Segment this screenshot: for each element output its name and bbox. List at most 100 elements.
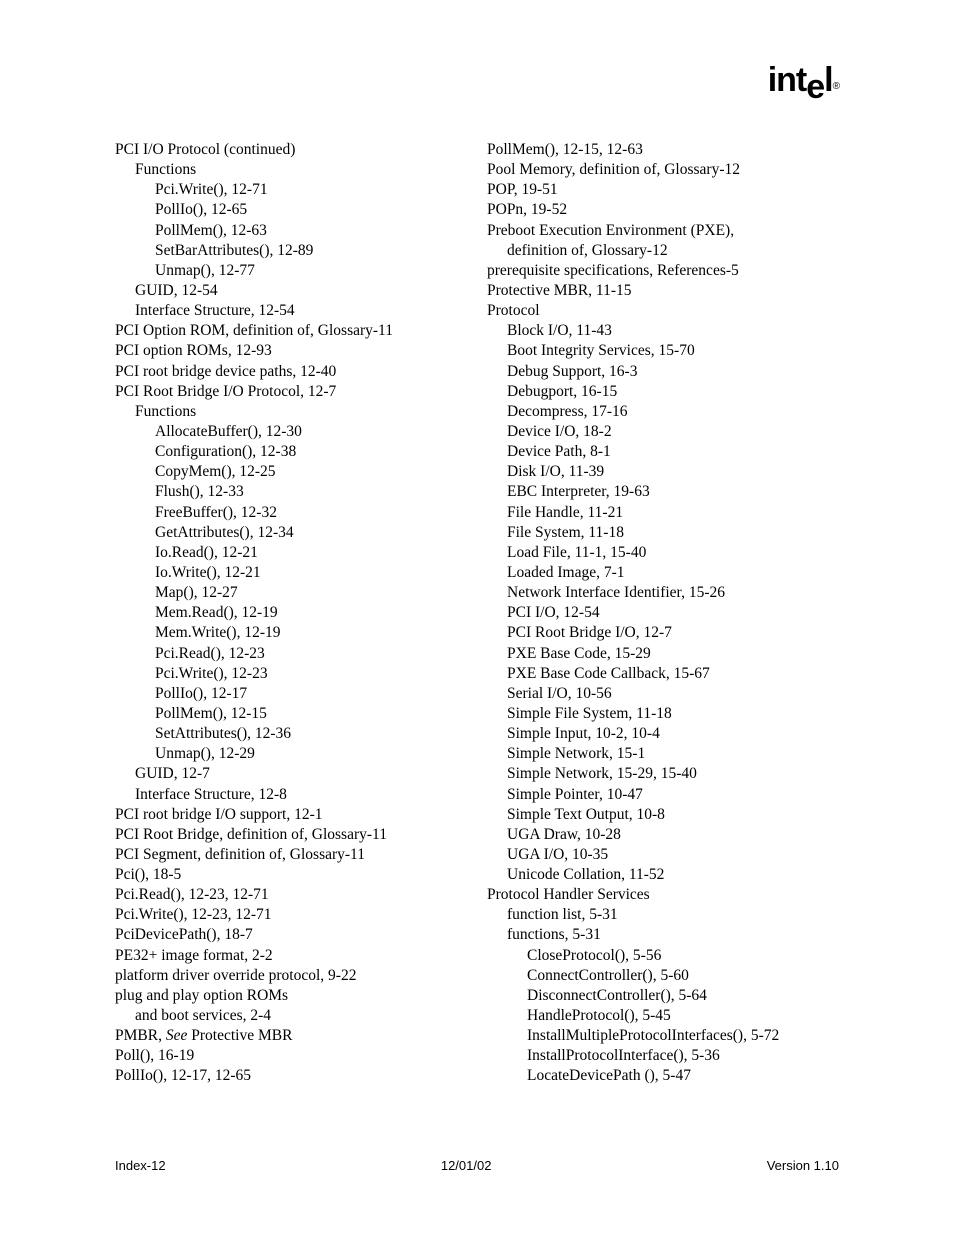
intel-logo: intel® bbox=[768, 58, 839, 102]
index-entry: EBC Interpreter, 19-63 bbox=[487, 482, 839, 502]
index-entry: Interface Structure, 12-8 bbox=[115, 785, 467, 805]
index-entry: Functions bbox=[115, 402, 467, 422]
index-entry: POP, 19-51 bbox=[487, 180, 839, 200]
index-entry: Loaded Image, 7-1 bbox=[487, 563, 839, 583]
index-entry: Block I/O, 11-43 bbox=[487, 321, 839, 341]
index-entry: Io.Read(), 12-21 bbox=[115, 543, 467, 563]
index-entry: Serial I/O, 10-56 bbox=[487, 684, 839, 704]
footer-right: Version 1.10 bbox=[767, 1158, 839, 1175]
index-entry: UGA I/O, 10-35 bbox=[487, 845, 839, 865]
index-entry: Simple Input, 10-2, 10-4 bbox=[487, 724, 839, 744]
index-entry: Pci.Read(), 12-23 bbox=[115, 644, 467, 664]
index-entry: PMBR, See Protective MBR bbox=[115, 1026, 467, 1046]
index-entry: PCI Root Bridge I/O Protocol, 12-7 bbox=[115, 382, 467, 402]
index-entry: Simple Network, 15-1 bbox=[487, 744, 839, 764]
index-entry: CopyMem(), 12-25 bbox=[115, 462, 467, 482]
index-entry: InstallMultipleProtocolInterfaces(), 5-7… bbox=[487, 1026, 839, 1046]
index-entry: Pci.Write(), 12-71 bbox=[115, 180, 467, 200]
index-entry: DisconnectController(), 5-64 bbox=[487, 986, 839, 1006]
index-entry: SetBarAttributes(), 12-89 bbox=[115, 241, 467, 261]
index-entry: PollMem(), 12-63 bbox=[115, 221, 467, 241]
index-entry: HandleProtocol(), 5-45 bbox=[487, 1006, 839, 1026]
index-entry: Device I/O, 18-2 bbox=[487, 422, 839, 442]
footer-left: Index-12 bbox=[115, 1158, 166, 1175]
index-entry: SetAttributes(), 12-36 bbox=[115, 724, 467, 744]
index-entry: Load File, 11-1, 15-40 bbox=[487, 543, 839, 563]
index-entry: File System, 11-18 bbox=[487, 523, 839, 543]
page: intel® PCI I/O Protocol (continued)Funct… bbox=[0, 0, 954, 1087]
index-entry: Boot Integrity Services, 15-70 bbox=[487, 341, 839, 361]
index-entry: PXE Base Code Callback, 15-67 bbox=[487, 664, 839, 684]
index-entry: GetAttributes(), 12-34 bbox=[115, 523, 467, 543]
index-entry: GUID, 12-54 bbox=[115, 281, 467, 301]
index-entry: function list, 5-31 bbox=[487, 905, 839, 925]
index-entry: Simple Pointer, 10-47 bbox=[487, 785, 839, 805]
index-entry: Mem.Read(), 12-19 bbox=[115, 603, 467, 623]
index-entry: InstallProtocolInterface(), 5-36 bbox=[487, 1046, 839, 1066]
index-entry: File Handle, 11-21 bbox=[487, 503, 839, 523]
index-entry: Network Interface Identifier, 15-26 bbox=[487, 583, 839, 603]
index-entry: Map(), 12-27 bbox=[115, 583, 467, 603]
index-entry: PCI I/O Protocol (continued) bbox=[115, 140, 467, 160]
index-entry: Pci.Write(), 12-23 bbox=[115, 664, 467, 684]
index-entry: Simple Text Output, 10-8 bbox=[487, 805, 839, 825]
index-entry: and boot services, 2-4 bbox=[115, 1006, 467, 1026]
index-entry: PollMem(), 12-15, 12-63 bbox=[487, 140, 839, 160]
index-entry: PCI Segment, definition of, Glossary-11 bbox=[115, 845, 467, 865]
index-entry: Unicode Collation, 11-52 bbox=[487, 865, 839, 885]
index-columns: PCI I/O Protocol (continued)FunctionsPci… bbox=[115, 140, 839, 1087]
index-entry: Io.Write(), 12-21 bbox=[115, 563, 467, 583]
index-entry: CloseProtocol(), 5-56 bbox=[487, 946, 839, 966]
index-entry: PollIo(), 12-17, 12-65 bbox=[115, 1066, 467, 1086]
index-entry: Simple File System, 11-18 bbox=[487, 704, 839, 724]
index-entry: UGA Draw, 10-28 bbox=[487, 825, 839, 845]
index-entry: Debug Support, 16-3 bbox=[487, 362, 839, 382]
index-entry: Pci.Write(), 12-23, 12-71 bbox=[115, 905, 467, 925]
index-entry: PciDevicePath(), 18-7 bbox=[115, 925, 467, 945]
index-entry: Pci.Read(), 12-23, 12-71 bbox=[115, 885, 467, 905]
index-entry: prerequisite specifications, References-… bbox=[487, 261, 839, 281]
index-entry: Pool Memory, definition of, Glossary-12 bbox=[487, 160, 839, 180]
index-entry: Protocol Handler Services bbox=[487, 885, 839, 905]
index-entry: Functions bbox=[115, 160, 467, 180]
index-entry: PollIo(), 12-65 bbox=[115, 200, 467, 220]
index-entry: Device Path, 8-1 bbox=[487, 442, 839, 462]
index-entry: PXE Base Code, 15-29 bbox=[487, 644, 839, 664]
index-entry: Unmap(), 12-29 bbox=[115, 744, 467, 764]
index-entry: Protocol bbox=[487, 301, 839, 321]
index-entry: PCI Option ROM, definition of, Glossary-… bbox=[115, 321, 467, 341]
index-entry: Unmap(), 12-77 bbox=[115, 261, 467, 281]
index-entry: Disk I/O, 11-39 bbox=[487, 462, 839, 482]
index-entry: PollMem(), 12-15 bbox=[115, 704, 467, 724]
index-entry: PCI root bridge I/O support, 12-1 bbox=[115, 805, 467, 825]
index-entry: ConnectController(), 5-60 bbox=[487, 966, 839, 986]
index-entry: Decompress, 17-16 bbox=[487, 402, 839, 422]
index-entry: Protective MBR, 11-15 bbox=[487, 281, 839, 301]
index-entry: definition of, Glossary-12 bbox=[487, 241, 839, 261]
footer-center: 12/01/02 bbox=[441, 1158, 492, 1175]
index-entry: platform driver override protocol, 9-22 bbox=[115, 966, 467, 986]
index-entry: Flush(), 12-33 bbox=[115, 482, 467, 502]
index-entry: PCI I/O, 12-54 bbox=[487, 603, 839, 623]
index-entry: PCI Root Bridge I/O, 12-7 bbox=[487, 623, 839, 643]
index-entry: AllocateBuffer(), 12-30 bbox=[115, 422, 467, 442]
left-column: PCI I/O Protocol (continued)FunctionsPci… bbox=[115, 140, 477, 1087]
index-entry: GUID, 12-7 bbox=[115, 764, 467, 784]
index-entry: PE32+ image format, 2-2 bbox=[115, 946, 467, 966]
index-entry: Poll(), 16-19 bbox=[115, 1046, 467, 1066]
index-entry: Interface Structure, 12-54 bbox=[115, 301, 467, 321]
index-entry: PollIo(), 12-17 bbox=[115, 684, 467, 704]
index-entry: Simple Network, 15-29, 15-40 bbox=[487, 764, 839, 784]
index-entry: POPn, 19-52 bbox=[487, 200, 839, 220]
index-entry: Mem.Write(), 12-19 bbox=[115, 623, 467, 643]
index-entry: functions, 5-31 bbox=[487, 925, 839, 945]
index-entry: PCI Root Bridge, definition of, Glossary… bbox=[115, 825, 467, 845]
right-column: PollMem(), 12-15, 12-63Pool Memory, defi… bbox=[477, 140, 839, 1087]
index-entry: FreeBuffer(), 12-32 bbox=[115, 503, 467, 523]
index-entry: LocateDevicePath (), 5-47 bbox=[487, 1066, 839, 1086]
page-footer: Index-12 12/01/02 Version 1.10 bbox=[115, 1158, 839, 1175]
index-entry: Pci(), 18-5 bbox=[115, 865, 467, 885]
index-entry: Preboot Execution Environment (PXE), bbox=[487, 221, 839, 241]
index-entry: PCI option ROMs, 12-93 bbox=[115, 341, 467, 361]
index-entry: plug and play option ROMs bbox=[115, 986, 467, 1006]
